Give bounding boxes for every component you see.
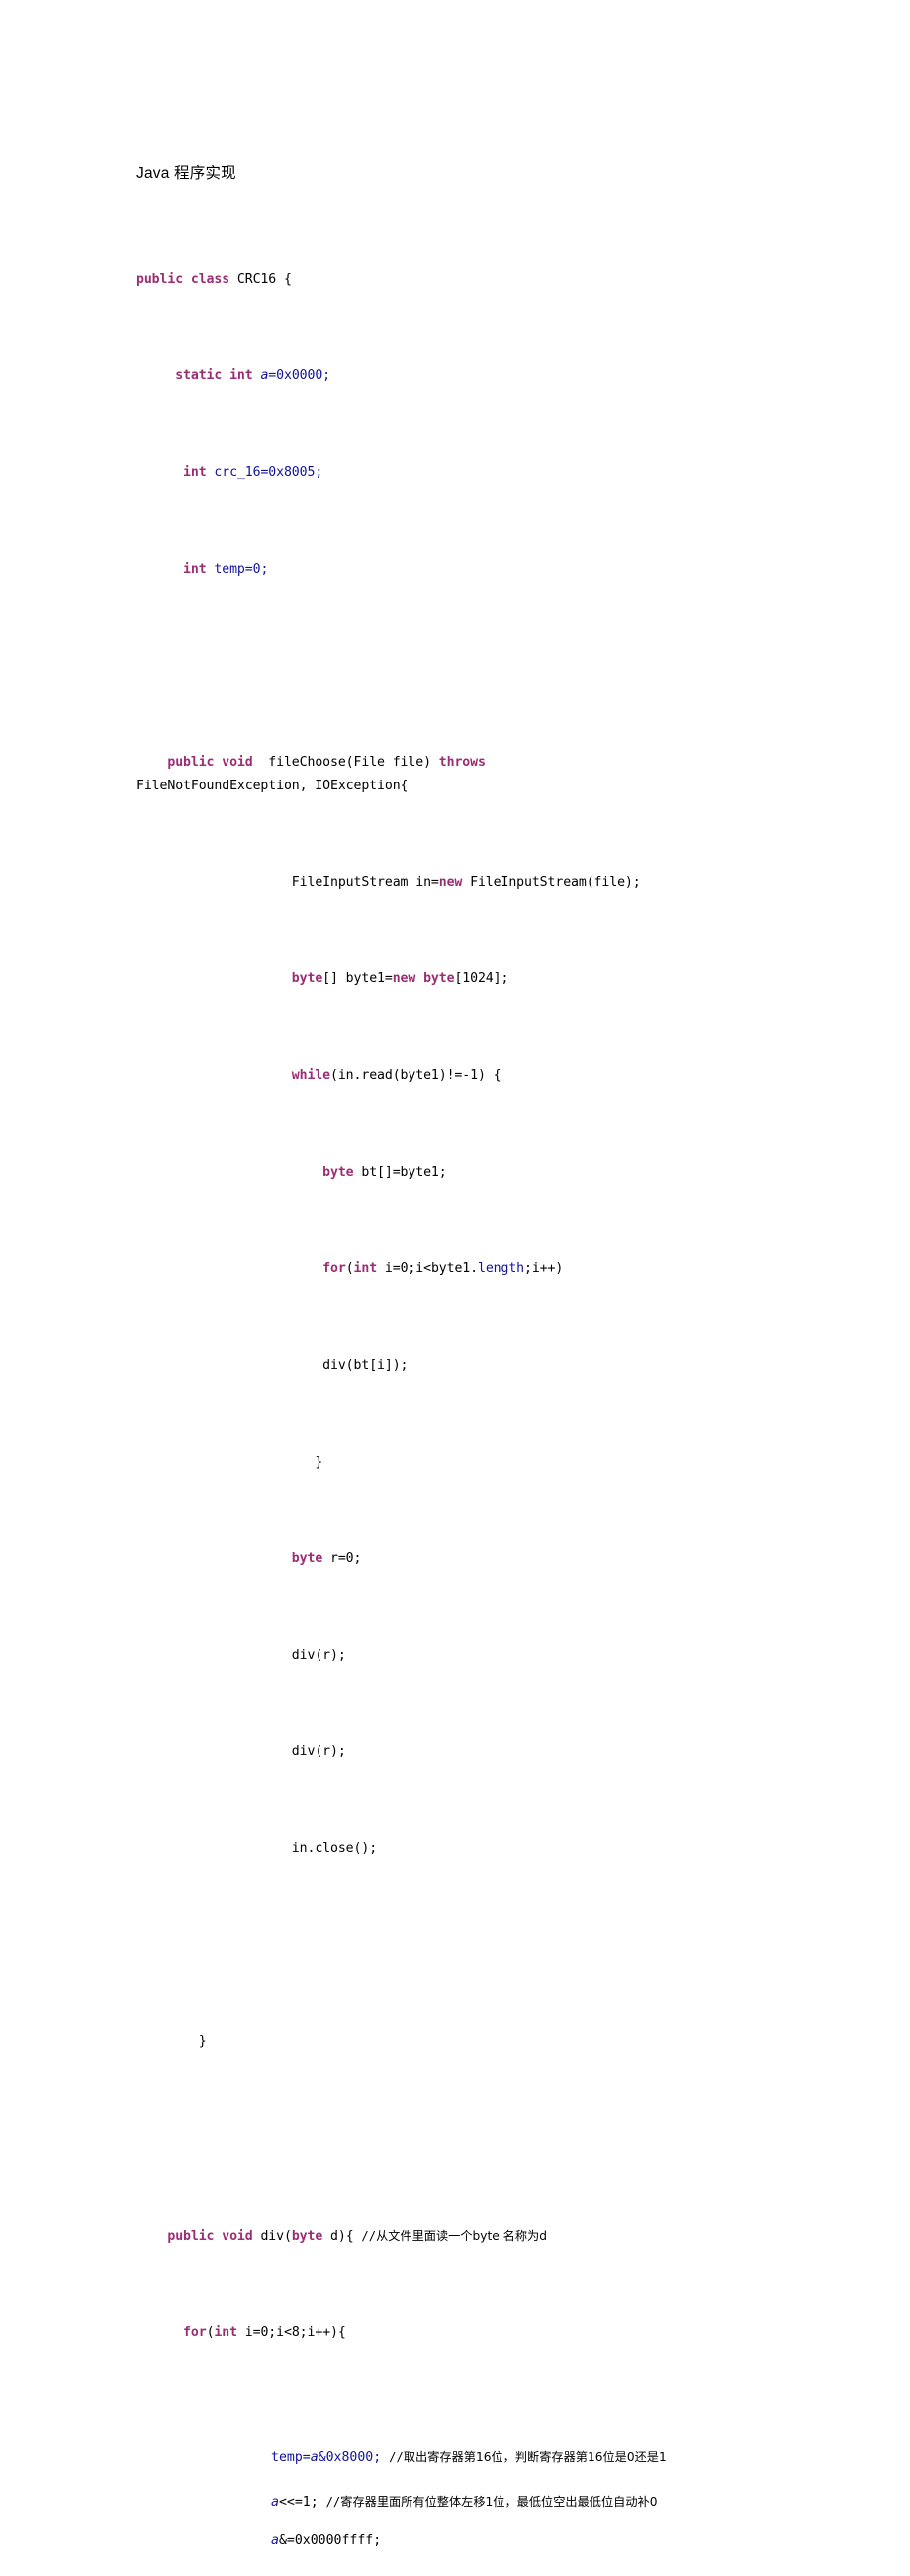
code-line-2: static int a=0x0000; xyxy=(175,368,331,384)
code-line-11: for(int i=0;i<byte1.length;i++) xyxy=(322,1261,564,1277)
code-line-10: byte bt[]=byte1; xyxy=(322,1164,447,1180)
document-page: Java 程序实现 public class CRC16 { static in… xyxy=(0,0,910,2548)
statement-line-numin-decl: int numIn=d&0x80; xyxy=(136,2570,779,2576)
code-line-8: byte[] byte1=new byte[1024]; xyxy=(291,971,509,987)
code-line-3: int crc_16=0x8005; xyxy=(183,464,323,480)
code-line-6: public void fileChoose(File file) throws… xyxy=(136,754,486,794)
java-code-block: public class CRC16 { static int a=0x0000… xyxy=(136,196,779,2418)
code-line-20: public void div(byte d){ //从文件里面读一个byte … xyxy=(167,2228,547,2244)
code-line-blank-1 xyxy=(136,654,779,678)
statement-line-temp: temp=a&0x8000; //取出寄存器第16位，判断寄存器第16位是0还是… xyxy=(271,2449,667,2465)
code-line-17: in.close(); xyxy=(136,1841,378,1857)
code-line-1: public class CRC16 { xyxy=(136,271,292,287)
code-line-21: for(int i=0;i<8;i++){ xyxy=(183,2325,346,2341)
code-line-12: div(bt[i]); xyxy=(136,1357,409,1373)
document-content: Java 程序实现 public class CRC16 { static in… xyxy=(136,166,779,2576)
statement-line-mask: a&=0x0000ffff; xyxy=(271,2532,382,2548)
code-line-13: } xyxy=(136,1454,323,1470)
code-line-14: byte r=0; xyxy=(291,1551,362,1567)
code-line-16: div(r); xyxy=(136,1744,346,1760)
code-line-blank-3 xyxy=(136,2127,779,2151)
page-title: Java 程序实现 xyxy=(136,165,236,182)
code-line-4: int temp=0; xyxy=(183,561,269,577)
code-line-15: div(r); xyxy=(136,1647,346,1663)
code-line-9: while(in.read(byte1)!=-1) { xyxy=(291,1068,501,1084)
code-line-blank-2 xyxy=(136,1934,779,1958)
code-line-19: } xyxy=(136,2034,207,2050)
code-line-7: FileInputStream in=new FileInputStream(f… xyxy=(136,874,641,890)
statement-line-shift: a<<=1; //寄存器里面所有位整体左移1位，最低位空出最低位自动补0 xyxy=(271,2494,658,2510)
